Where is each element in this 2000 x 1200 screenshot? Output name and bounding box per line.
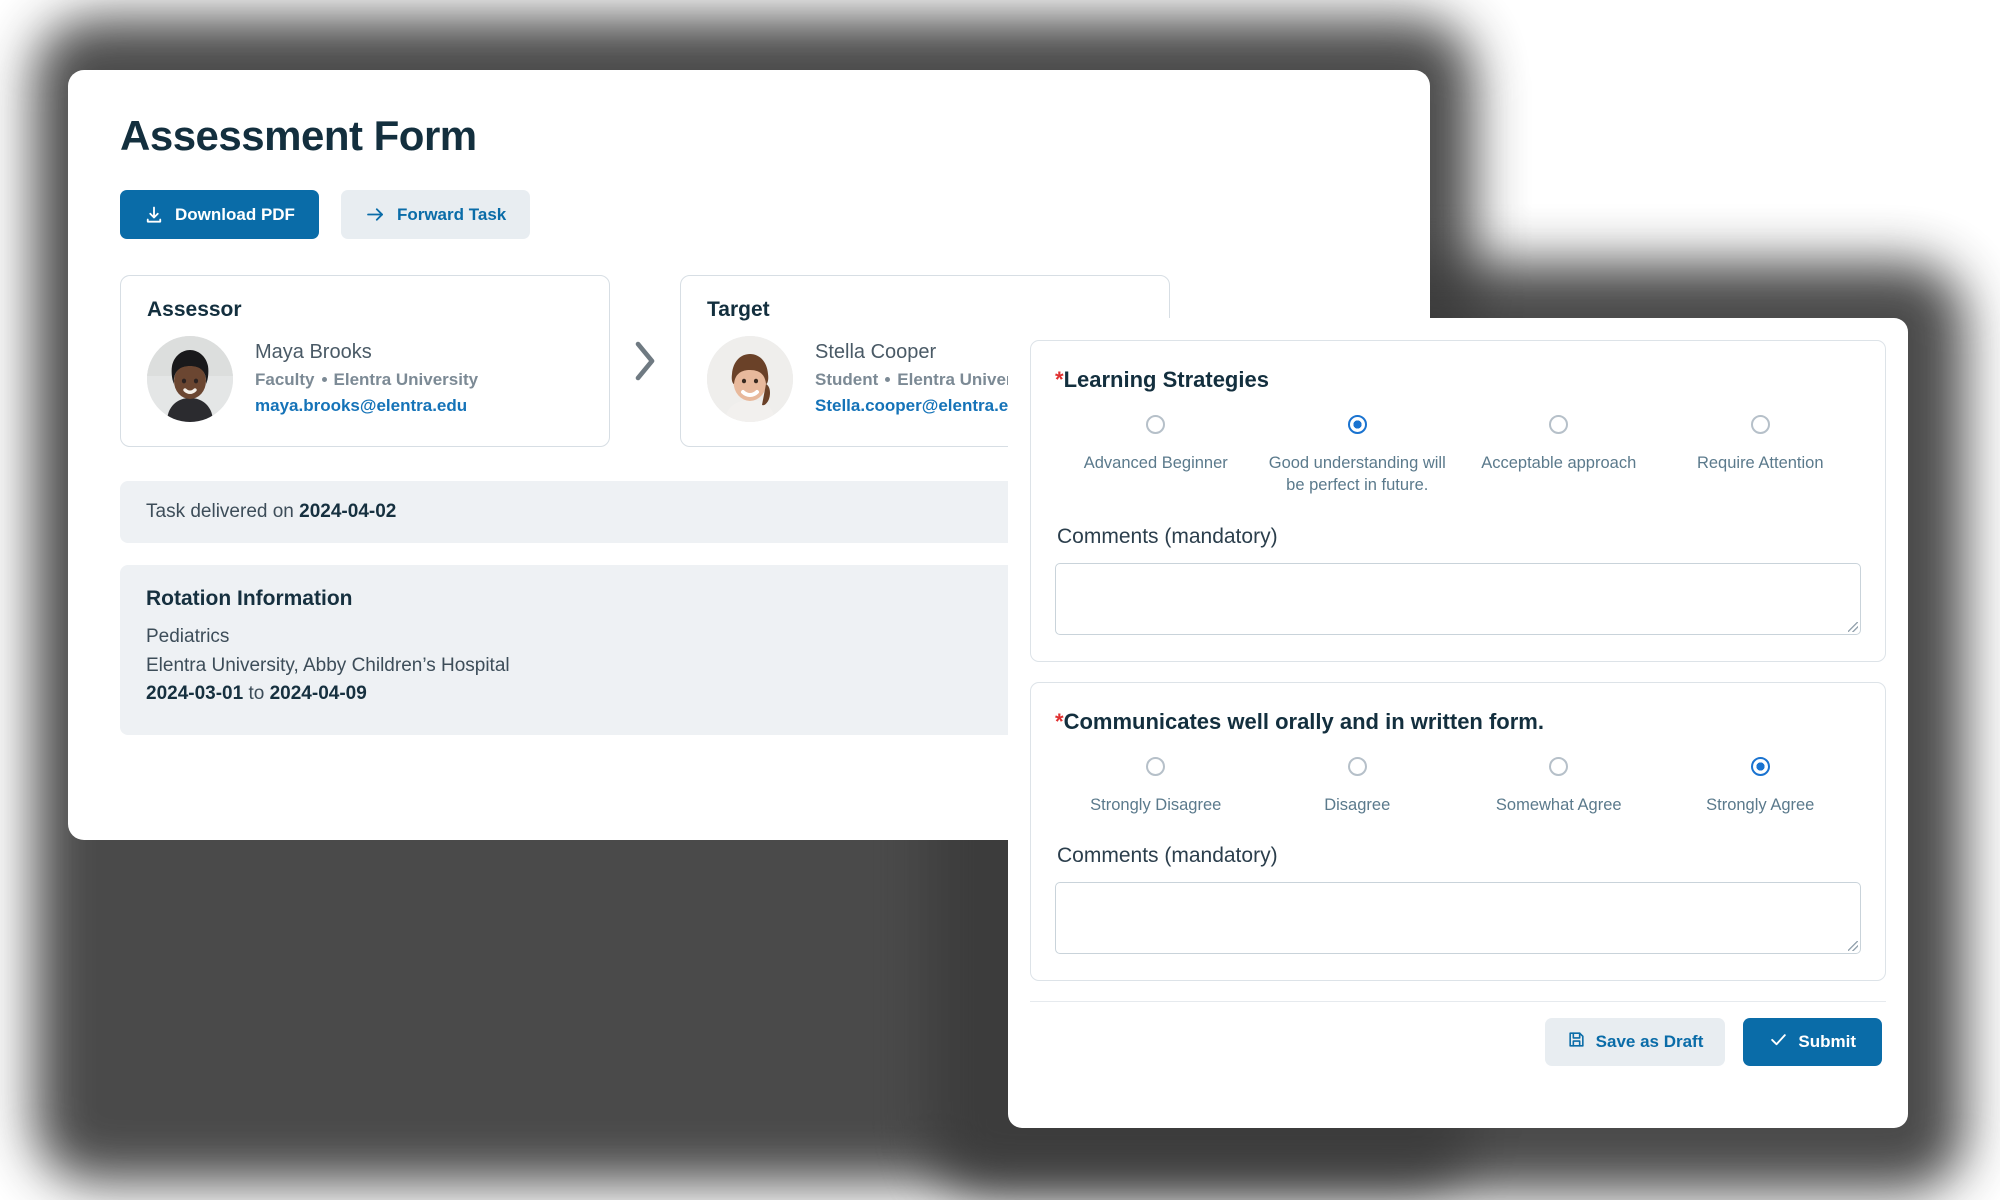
- rotation-date-join: to: [243, 683, 270, 704]
- rotation-end-date: 2024-04-09: [269, 683, 367, 704]
- check-icon: [1769, 1030, 1788, 1054]
- assessor-card: Assessor Maya Brooks Faculty Elentra Uni…: [120, 275, 610, 447]
- option-label: Disagree: [1324, 795, 1391, 814]
- option-item[interactable]: Acceptable approach: [1458, 415, 1660, 497]
- target-avatar: [707, 336, 793, 422]
- assessor-role: Faculty Elentra University: [255, 366, 478, 393]
- radio-button[interactable]: [1347, 756, 1367, 776]
- forward-task-button[interactable]: Forward Task: [340, 190, 531, 239]
- option-label: Acceptable approach: [1481, 454, 1637, 472]
- radio-button[interactable]: [1750, 756, 1770, 776]
- option-label: Strongly Disagree: [1090, 795, 1222, 814]
- save-as-draft-label: Save as Draft: [1595, 1031, 1704, 1051]
- question-title: *Communicates well orally and in written…: [1055, 709, 1861, 735]
- question-card: *Communicates well orally and in written…: [1030, 681, 1886, 981]
- action-toolbar: Download PDF Forward Task: [120, 190, 1378, 239]
- comments-textarea[interactable]: [1055, 562, 1861, 635]
- screenshot-stage: Assessment Form Download PDF Forward Tas…: [0, 0, 2000, 1200]
- option-item[interactable]: Strongly Agree: [1660, 756, 1862, 816]
- radio-button[interactable]: [1347, 415, 1367, 434]
- assessment-questions-panel: *Learning Strategies Advanced Beginner G…: [1008, 318, 1908, 1128]
- assessor-avatar: [147, 336, 233, 422]
- radio-button[interactable]: [1549, 756, 1569, 776]
- forward-task-label: Forward Task: [396, 204, 507, 224]
- option-item[interactable]: Require Attention: [1660, 415, 1862, 497]
- comments-field-wrap: [1055, 562, 1861, 635]
- radio-button[interactable]: [1146, 415, 1166, 434]
- option-label: Strongly Agree: [1706, 795, 1815, 814]
- download-pdf-label: Download PDF: [175, 204, 295, 224]
- assessor-name: Maya Brooks: [255, 341, 372, 364]
- question-card: *Learning Strategies Advanced Beginner G…: [1030, 340, 1886, 662]
- question-title: *Learning Strategies: [1055, 367, 1861, 393]
- rotation-start-date: 2024-03-01: [146, 683, 244, 704]
- required-marker: *: [1055, 367, 1064, 392]
- comments-textarea[interactable]: [1055, 881, 1861, 954]
- comments-label: Comments (mandatory): [1057, 843, 1278, 867]
- option-item[interactable]: Good understanding will be perfect in fu…: [1257, 415, 1459, 497]
- flow-arrow: [610, 338, 680, 384]
- radio-button[interactable]: [1549, 415, 1569, 434]
- option-item[interactable]: Somewhat Agree: [1458, 756, 1660, 816]
- separator-dot-icon: [885, 377, 891, 383]
- option-label: Advanced Beginner: [1083, 454, 1228, 472]
- option-label: Require Attention: [1696, 454, 1824, 472]
- option-item[interactable]: Disagree: [1257, 756, 1459, 816]
- download-icon: [144, 205, 164, 225]
- save-disk-icon: [1567, 1030, 1586, 1054]
- target-role-label: Student: [815, 370, 879, 390]
- question-title-text: Communicates well orally and in written …: [1063, 708, 1544, 734]
- save-as-draft-button[interactable]: Save as Draft: [1544, 1017, 1726, 1066]
- question-options: Strongly Disagree Disagree Somewhat Agre…: [1055, 756, 1862, 816]
- comments-field-wrap: [1055, 881, 1861, 954]
- download-pdf-button[interactable]: Download PDF: [120, 190, 319, 239]
- option-label: Good understanding will be perfect in fu…: [1268, 454, 1446, 495]
- radio-button[interactable]: [1750, 415, 1770, 434]
- question-options: Advanced Beginner Good understanding wil…: [1055, 415, 1861, 497]
- submit-label: Submit: [1798, 1031, 1856, 1051]
- question-title-text: Learning Strategies: [1063, 367, 1269, 392]
- assessor-details: Maya Brooks Faculty Elentra University ma…: [255, 339, 478, 419]
- submit-button[interactable]: Submit: [1743, 1017, 1882, 1066]
- task-delivered-date: 2024-04-02: [299, 501, 397, 522]
- radio-button[interactable]: [1146, 756, 1166, 776]
- task-delivered-prefix: Task delivered on: [146, 501, 300, 522]
- page-title: Assessment Form: [120, 112, 477, 159]
- separator-dot-icon: [321, 377, 327, 383]
- option-item[interactable]: Strongly Disagree: [1055, 756, 1257, 816]
- assessor-org: Elentra University: [333, 370, 479, 390]
- option-item[interactable]: Advanced Beginner: [1055, 415, 1257, 497]
- assessor-email[interactable]: maya.brooks@elentra.edu: [255, 393, 478, 419]
- required-marker: *: [1055, 708, 1064, 734]
- comments-label: Comments (mandatory): [1057, 524, 1278, 548]
- assessor-card-title: Assessor: [147, 298, 242, 321]
- form-footer: Save as Draft Submit: [1030, 1000, 1886, 1066]
- assessor-role-label: Faculty: [255, 370, 315, 390]
- option-label: Somewhat Agree: [1495, 795, 1622, 814]
- arrow-right-icon: [365, 204, 386, 225]
